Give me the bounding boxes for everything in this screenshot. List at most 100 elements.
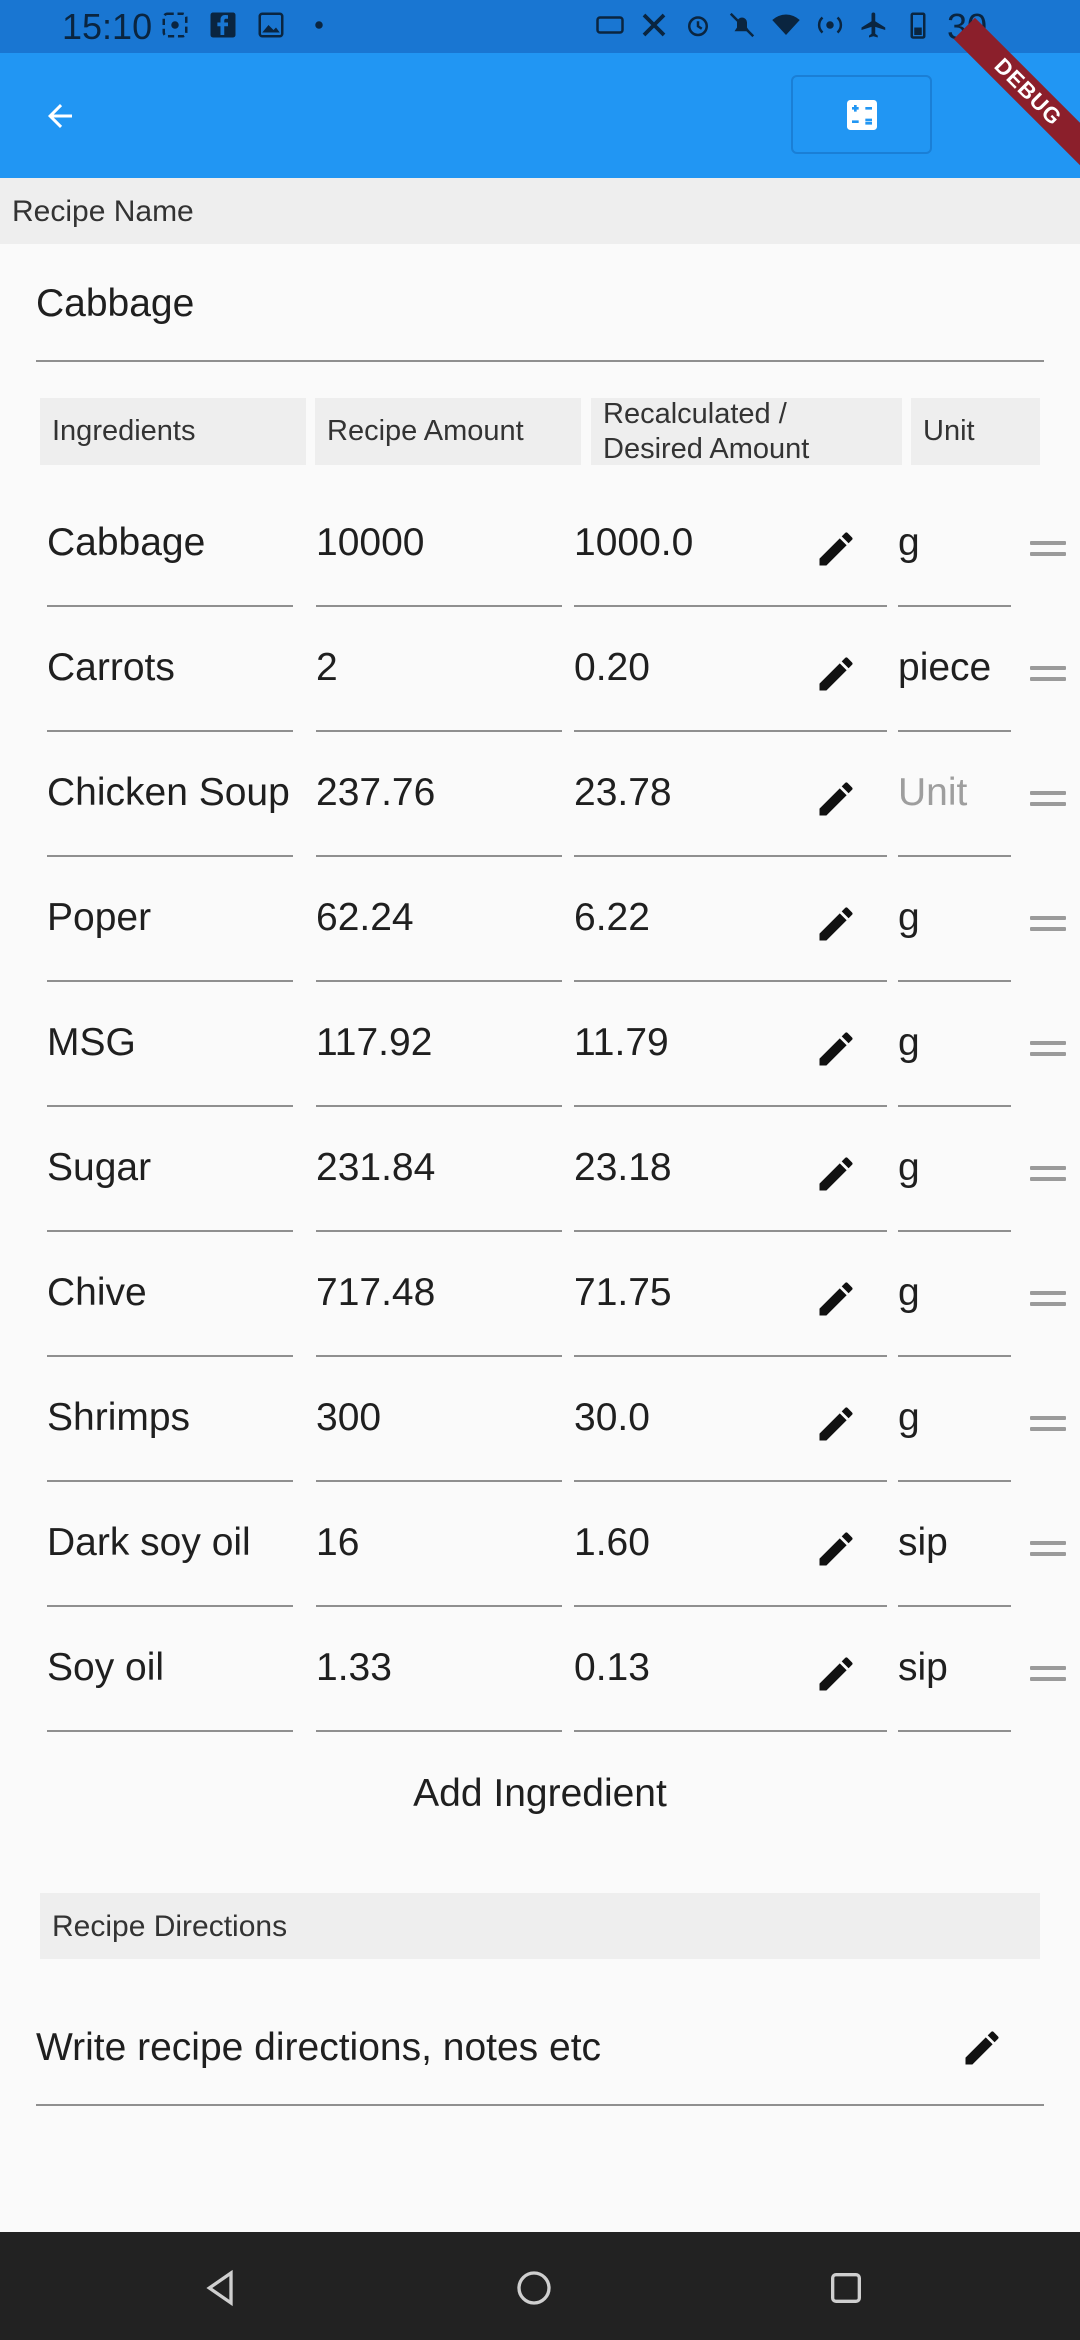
unit-input[interactable]: g [898,1118,1011,1232]
wifi-icon [771,10,801,40]
pencil-icon [819,907,853,941]
drag-handle-icon[interactable] [1030,916,1066,936]
ingredient-name-input[interactable]: Soy oil [47,1618,293,1732]
drag-handle-icon[interactable] [1030,791,1066,811]
facebook-icon [208,10,238,40]
directions-edit-button[interactable] [956,2022,1008,2074]
column-header-unit: Unit [911,398,1040,465]
unit-input[interactable]: g [898,1368,1011,1482]
app-bar: DEBUG [0,17,1080,178]
recipe-amount-input[interactable]: 10000 [316,493,562,607]
ingredient-name-input[interactable]: Chive [47,1243,293,1357]
recipe-name-header: Recipe Name [0,178,1080,244]
drag-handle-icon[interactable] [1030,1666,1066,1686]
nav-home-button[interactable] [510,2264,558,2312]
unit-input[interactable]: g [898,1243,1011,1357]
edit-amount-button[interactable] [810,1273,862,1325]
pencil-icon [819,782,853,816]
edit-amount-button[interactable] [810,1398,862,1450]
drag-handle-icon[interactable] [1030,666,1066,686]
screenshot-icon [160,10,190,40]
calculator-button[interactable] [791,75,932,154]
unit-input[interactable]: Unit [898,743,1011,857]
column-header-recalculated: Recalculated / Desired Amount [591,398,902,465]
unit-input[interactable]: piece [898,618,1011,732]
status-time: 15:10 [62,6,153,47]
drag-handle-icon[interactable] [1030,1541,1066,1561]
ingredient-name-input[interactable]: Poper [47,868,293,982]
triangle-back-icon [206,2269,233,2307]
pencil-icon [819,532,853,566]
recipe-name-input[interactable]: Cabbage [36,268,1044,362]
drag-handle-icon[interactable] [1030,1416,1066,1436]
ingredient-name-input[interactable]: MSG [47,993,293,1107]
gallery-icon [256,10,286,40]
unit-input[interactable]: g [898,993,1011,1107]
drag-handle-icon[interactable] [1030,1166,1066,1186]
edit-amount-button[interactable] [810,1523,862,1575]
dot-icon [304,10,334,40]
edit-amount-button[interactable] [810,773,862,825]
ingredient-row: Soy oil 1.33 0.13 sip [0,1618,1080,1743]
pencil-icon [819,1157,853,1191]
ingredient-name-input[interactable]: Sugar [47,1118,293,1232]
recipe-amount-input[interactable]: 237.76 [316,743,562,857]
recipe-amount-input[interactable]: 300 [316,1368,562,1482]
nav-back-button[interactable] [197,2264,245,2312]
ingredient-row: Shrimps 300 30.0 g [0,1368,1080,1493]
column-header-recipe-amount: Recipe Amount [315,398,581,465]
pencil-icon [819,1657,853,1691]
edit-amount-button[interactable] [810,898,862,950]
ingredient-name-input[interactable]: Carrots [47,618,293,732]
arrow-back-icon [48,104,72,128]
edit-amount-button[interactable] [810,523,862,575]
notifications-off-icon [727,10,757,40]
ingredient-row: Chive 717.48 71.75 g [0,1243,1080,1368]
add-ingredient-button[interactable]: Add Ingredient [380,1772,700,1832]
edit-amount-button[interactable] [810,1023,862,1075]
system-nav-bar [0,2232,1080,2340]
recipe-amount-input[interactable]: 2 [316,618,562,732]
back-button[interactable] [32,91,88,141]
ingredient-name-input[interactable]: Cabbage [47,493,293,607]
ingredient-row: Sugar 231.84 23.18 g [0,1118,1080,1243]
nav-recent-button[interactable] [822,2264,870,2312]
recipe-directions-header: Recipe Directions [40,1893,1040,1959]
ingredient-name-input[interactable]: Shrimps [47,1368,293,1482]
ingredient-row: Poper 62.24 6.22 g [0,868,1080,993]
ingredient-row: MSG 117.92 11.79 g [0,993,1080,1118]
ingredient-name-input[interactable]: Dark soy oil [47,1493,293,1607]
ingredient-row: Cabbage 10000 1000.0 g [0,493,1080,618]
pencil-icon [819,1032,853,1066]
ingredient-row: Carrots 2 0.20 piece [0,618,1080,743]
unit-input[interactable]: g [898,493,1011,607]
circle-home-icon [517,2271,551,2305]
pencil-icon [819,1532,853,1566]
unit-input[interactable]: sip [898,1493,1011,1607]
edit-amount-button[interactable] [810,648,862,700]
pencil-icon [819,1282,853,1316]
recipe-amount-input[interactable]: 16 [316,1493,562,1607]
drag-handle-icon[interactable] [1030,1041,1066,1061]
ingredient-row: Chicken Soup 237.76 23.78 Unit [0,743,1080,868]
column-header-ingredients: Ingredients [40,398,306,465]
status-bar: 15:10 30 [0,0,1080,53]
edit-amount-button[interactable] [810,1648,862,1700]
recipe-directions-input[interactable]: Write recipe directions, notes etc [36,2000,1044,2106]
unit-input[interactable]: g [898,868,1011,982]
drag-handle-icon[interactable] [1030,541,1066,561]
drag-handle-icon[interactable] [1030,1291,1066,1311]
edit-amount-button[interactable] [810,1148,862,1200]
recipe-amount-input[interactable]: 1.33 [316,1618,562,1732]
alarm-icon [683,10,713,40]
x-icon [639,10,669,40]
square-recent-icon [831,2273,861,2303]
unit-input[interactable]: sip [898,1618,1011,1732]
recipe-amount-input[interactable]: 717.48 [316,1243,562,1357]
pencil-icon [819,1407,853,1441]
recipe-amount-input[interactable]: 62.24 [316,868,562,982]
recipe-amount-input[interactable]: 117.92 [316,993,562,1107]
recipe-amount-input[interactable]: 231.84 [316,1118,562,1232]
ingredient-name-input[interactable]: Chicken Soup [47,743,293,857]
battery-charging-icon [903,10,933,40]
